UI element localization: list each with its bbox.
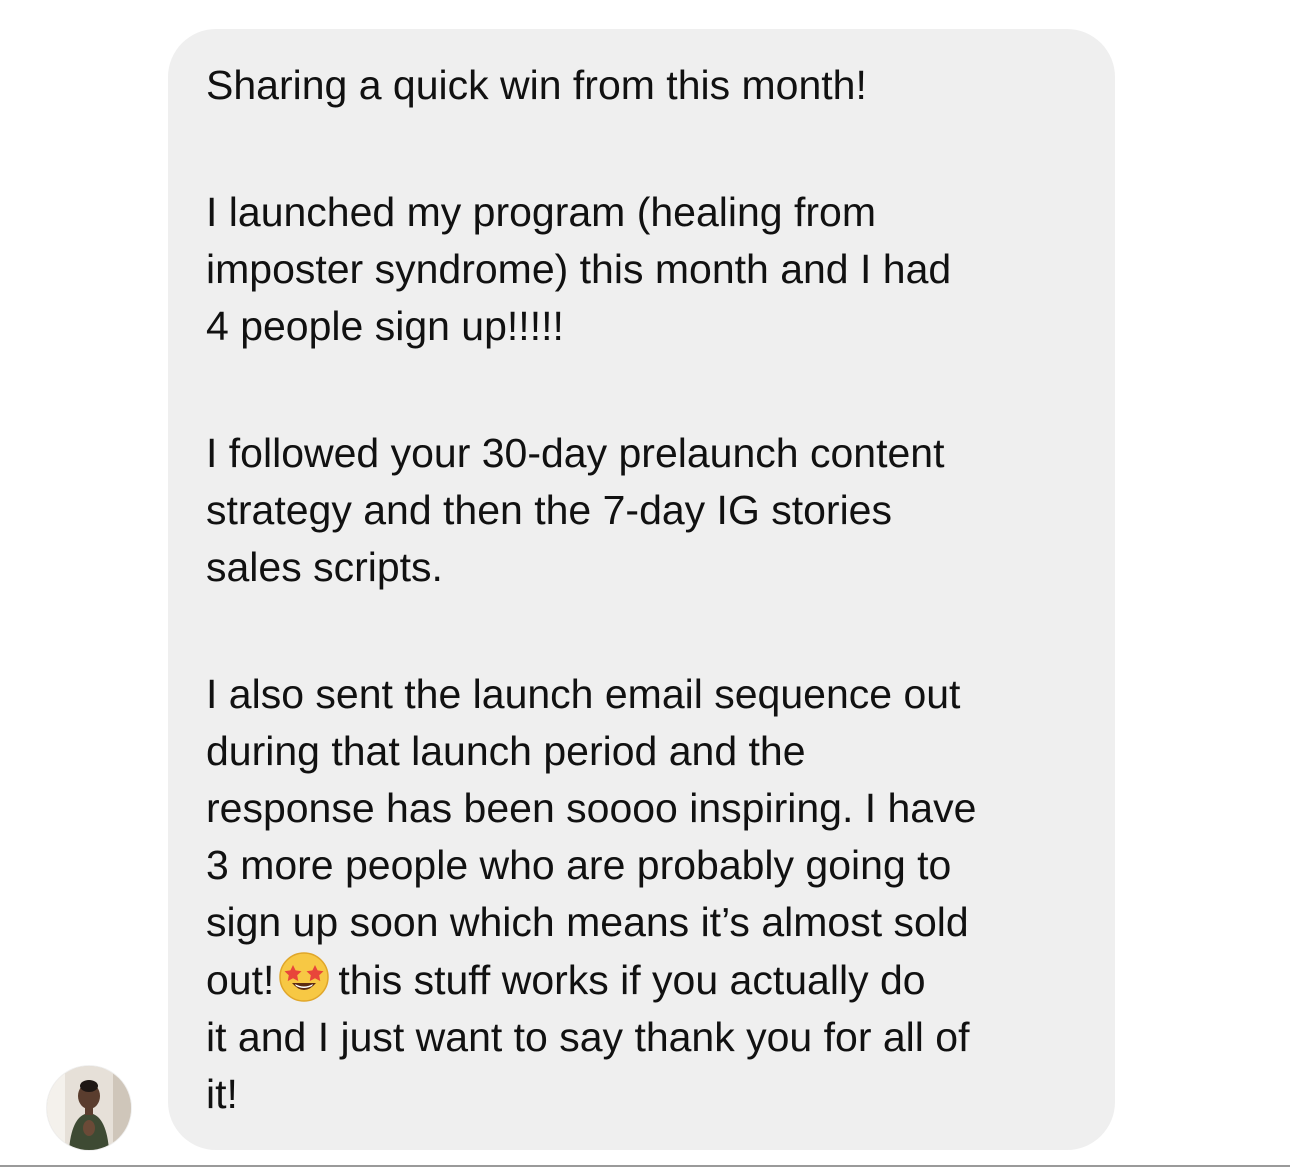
divider <box>0 1165 1290 1167</box>
avatar-photo <box>47 1066 131 1150</box>
message-paragraph: I launched my program (healing from impo… <box>206 189 952 349</box>
chat-thread: Sharing a quick win from this month! I l… <box>0 0 1290 1169</box>
message-paragraph-last: I also sent the launch email sequence ou… <box>206 666 1075 1123</box>
star-struck-emoji-icon <box>278 951 330 1003</box>
message-paragraph: Sharing a quick win from this month! <box>206 62 867 108</box>
avatar[interactable] <box>47 1066 131 1150</box>
message-paragraph: I followed your 30-day prelaunch content… <box>206 430 945 590</box>
message-bubble[interactable]: Sharing a quick win from this month! I l… <box>168 29 1115 1150</box>
